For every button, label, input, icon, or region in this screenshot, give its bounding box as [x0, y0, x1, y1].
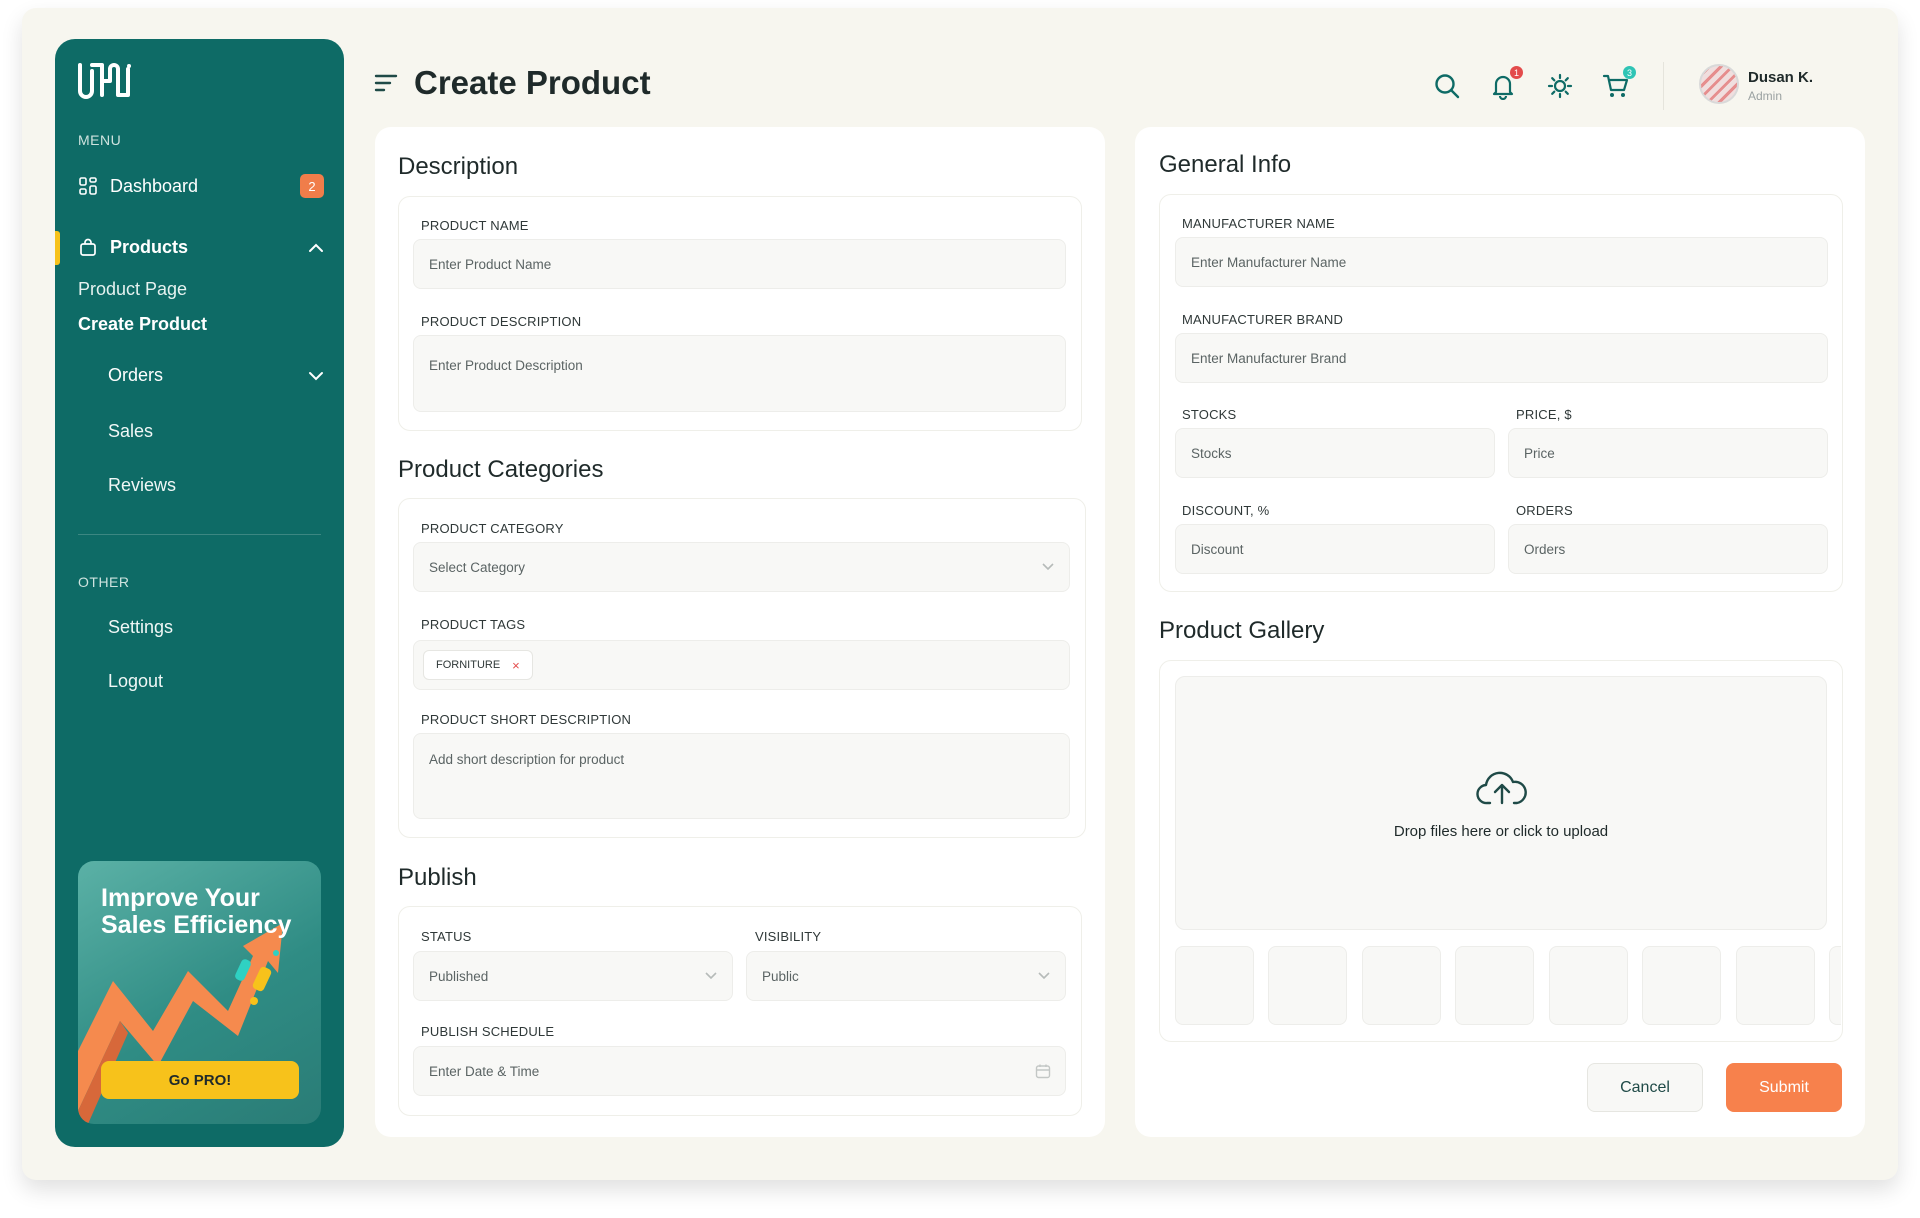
orders-input[interactable]: Orders	[1508, 524, 1828, 574]
visibility-label: VISIBILITY	[755, 929, 822, 944]
selected-visibility: Public	[762, 968, 799, 984]
sidebar-item-products[interactable]: Products	[78, 229, 324, 265]
gallery-thumbnail[interactable]	[1736, 946, 1815, 1025]
chevron-down-icon	[1042, 563, 1054, 571]
header-divider	[1663, 62, 1664, 110]
sidebar-item-settings[interactable]: Settings	[108, 617, 173, 638]
dropzone-text: Drop files here or click to upload	[1393, 823, 1609, 840]
manufacturer-brand-label: MANUFACTURER BRAND	[1182, 312, 1344, 327]
user-name[interactable]: Dusan K.	[1748, 69, 1813, 86]
short-description-label: PRODUCT SHORT DESCRIPTION	[421, 712, 632, 727]
schedule-placeholder: Enter Date & Time	[429, 1063, 540, 1079]
general-info-title: General Info	[1159, 151, 1292, 178]
product-category-select[interactable]: Select Category	[413, 542, 1070, 592]
chevron-down-icon[interactable]	[308, 365, 324, 386]
product-tags-input[interactable]: FORNITURE ×	[413, 640, 1070, 690]
gallery-thumbnail[interactable]	[1362, 946, 1441, 1025]
go-pro-button[interactable]: Go PRO!	[101, 1061, 299, 1099]
gallery-thumbnail[interactable]	[1455, 946, 1534, 1025]
publish-schedule-label: PUBLISH SCHEDULE	[421, 1024, 555, 1039]
short-description-input[interactable]: Add short description for product	[413, 733, 1070, 819]
publish-title: Publish	[398, 864, 477, 891]
manufacturer-name-label: MANUFACTURER NAME	[1182, 216, 1335, 231]
cart-count: 3	[1623, 66, 1636, 79]
other-section-label: OTHER	[78, 574, 130, 590]
sidebar-item-sales[interactable]: Sales	[108, 421, 153, 442]
submit-button[interactable]: Submit	[1726, 1063, 1842, 1112]
bell-icon[interactable]: 1	[1489, 66, 1523, 101]
promo-title: Improve Your Sales Efficiency	[101, 884, 292, 939]
gallery-thumbnail[interactable]	[1829, 946, 1841, 1025]
shopping-bag-icon	[78, 237, 98, 257]
sidebar: MENU Dashboard 2 Products Product Page C…	[55, 39, 344, 1147]
publish-schedule-input[interactable]: Enter Date & Time	[413, 1046, 1066, 1096]
sidebar-subitem-create-product[interactable]: Create Product	[78, 314, 207, 335]
avatar[interactable]	[1699, 64, 1739, 104]
status-label: STATUS	[421, 929, 472, 944]
grid-icon	[78, 176, 98, 196]
product-name-label: PRODUCT NAME	[421, 218, 529, 233]
sidebar-item-logout[interactable]: Logout	[108, 671, 163, 692]
gallery-thumbnail[interactable]	[1268, 946, 1347, 1025]
chevron-down-icon	[1038, 972, 1050, 980]
page-title: Create Product	[414, 64, 651, 101]
orders-label: ORDERS	[1516, 503, 1573, 518]
cancel-button[interactable]: Cancel	[1587, 1063, 1703, 1112]
sidebar-item-label: Products	[110, 236, 189, 257]
gallery-thumbnail[interactable]	[1549, 946, 1628, 1025]
price-label: PRICE, $	[1516, 407, 1572, 422]
calendar-icon[interactable]	[1035, 1063, 1051, 1079]
price-input[interactable]: Price	[1508, 428, 1828, 478]
visibility-select[interactable]: Public	[746, 951, 1066, 1001]
product-description-label: PRODUCT DESCRIPTION	[421, 314, 582, 329]
product-tags-label: PRODUCT TAGS	[421, 617, 526, 632]
sidebar-divider	[78, 534, 321, 535]
product-name-input[interactable]: Enter Product Name	[413, 239, 1066, 289]
dashboard-badge: 2	[300, 174, 324, 198]
product-gallery-title: Product Gallery	[1159, 617, 1325, 644]
promo-card: Improve Your Sales Efficiency Go PRO!	[78, 861, 321, 1124]
manufacturer-brand-input[interactable]: Enter Manufacturer Brand	[1175, 333, 1828, 383]
cloud-upload-icon	[1476, 771, 1527, 805]
sidebar-item-reviews[interactable]: Reviews	[108, 475, 176, 496]
sidebar-item-dashboard[interactable]: Dashboard 2	[78, 168, 324, 204]
menu-toggle-icon[interactable]	[374, 72, 398, 94]
tag-label: FORNITURE	[436, 659, 501, 671]
sidebar-subitem-product-page[interactable]: Product Page	[78, 279, 187, 300]
active-indicator	[55, 231, 60, 265]
sidebar-item-label: Orders	[108, 364, 164, 385]
notifications-count: 1	[1510, 66, 1523, 79]
manufacturer-name-input[interactable]: Enter Manufacturer Name	[1175, 237, 1828, 287]
gallery-thumbnail[interactable]	[1175, 946, 1254, 1025]
discount-input[interactable]: Discount	[1175, 524, 1495, 574]
gallery-thumbnail[interactable]	[1642, 946, 1721, 1025]
sidebar-item-label: Dashboard	[110, 175, 199, 196]
tag-chip: FORNITURE ×	[423, 650, 533, 680]
status-select[interactable]: Published	[413, 951, 733, 1001]
chevron-down-icon	[705, 972, 717, 980]
stocks-label: STOCKS	[1182, 407, 1237, 422]
brand-logo	[78, 63, 131, 99]
user-role: Admin	[1748, 89, 1783, 103]
sidebar-item-orders[interactable]: Orders	[108, 357, 324, 393]
product-category-label: PRODUCT CATEGORY	[421, 521, 564, 536]
chevron-up-icon[interactable]	[308, 237, 324, 258]
selected-category: Select Category	[429, 559, 526, 575]
discount-label: DISCOUNT, %	[1182, 503, 1270, 518]
categories-title: Product Categories	[398, 456, 604, 483]
search-icon[interactable]	[1433, 72, 1461, 100]
selected-status: Published	[429, 968, 489, 984]
cart-icon[interactable]: 3	[1602, 66, 1636, 100]
file-dropzone[interactable]: Drop files here or click to upload	[1175, 676, 1827, 930]
description-title: Description	[398, 153, 519, 180]
remove-tag-icon[interactable]: ×	[512, 658, 520, 673]
menu-section-label: MENU	[78, 132, 122, 148]
sun-icon[interactable]	[1546, 72, 1574, 100]
product-description-input[interactable]: Enter Product Description	[413, 335, 1066, 412]
stocks-input[interactable]: Stocks	[1175, 428, 1495, 478]
